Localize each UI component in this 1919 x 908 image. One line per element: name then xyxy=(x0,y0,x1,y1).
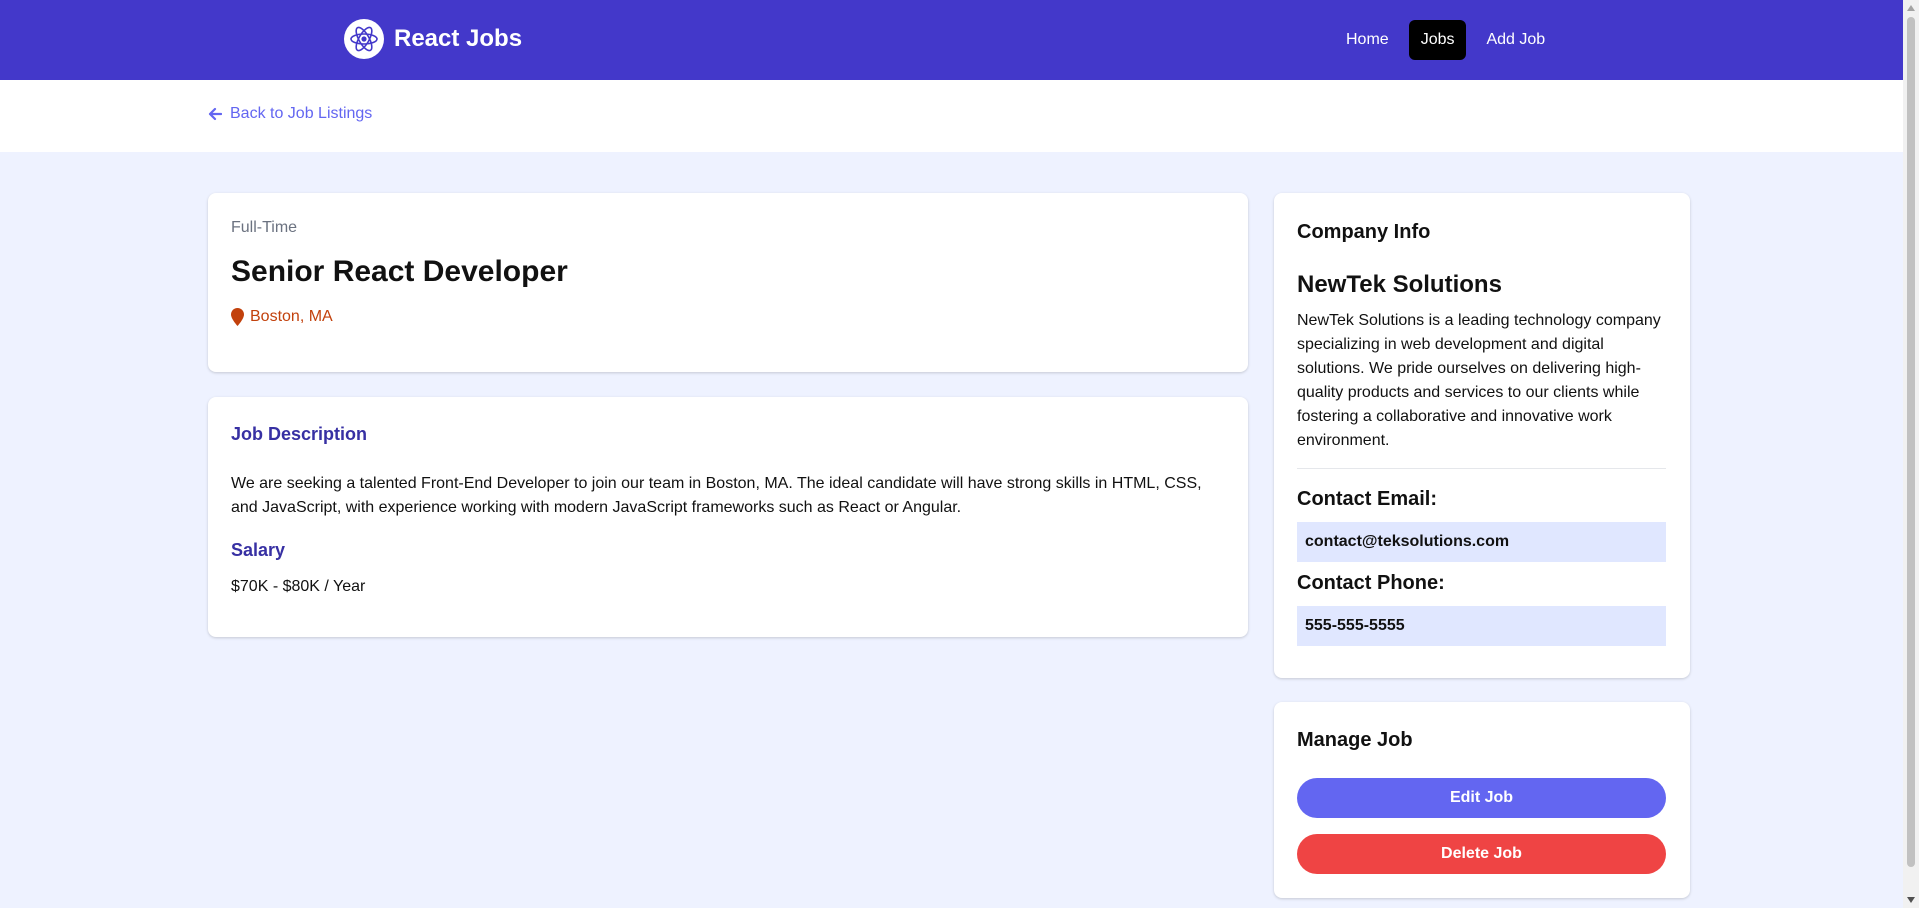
vertical-scrollbar[interactable] xyxy=(1903,0,1919,908)
scroll-down-arrow-icon[interactable] xyxy=(1903,892,1919,908)
nav-link-jobs[interactable]: Jobs xyxy=(1408,20,1467,60)
company-info-card: Company Info NewTek Solutions NewTek Sol… xyxy=(1274,193,1690,678)
job-description-card: Job Description We are seeking a talente… xyxy=(208,397,1248,637)
contact-email-label: Contact Email: xyxy=(1297,488,1438,510)
company-description: NewTek Solutions is a leading technology… xyxy=(1297,312,1661,449)
viewport: React Jobs Home Jobs Add Job Back to Job… xyxy=(0,0,1919,908)
company-name: NewTek Solutions xyxy=(1297,271,1502,298)
manage-job-heading: Manage Job xyxy=(1297,729,1413,751)
edit-job-button[interactable]: Edit Job xyxy=(1297,778,1666,818)
react-logo-icon xyxy=(344,19,384,59)
nav-link-home[interactable]: Home xyxy=(1334,20,1401,60)
delete-job-button[interactable]: Delete Job xyxy=(1297,834,1666,874)
nav-links: Home Jobs Add Job xyxy=(1334,20,1565,60)
brand[interactable]: React Jobs xyxy=(344,19,522,59)
scroll-up-arrow-icon[interactable] xyxy=(1903,0,1919,16)
company-info-heading: Company Info xyxy=(1297,221,1431,243)
manage-job-card: Manage Job Edit Job Delete Job xyxy=(1274,702,1690,898)
navbar: React Jobs Home Jobs Add Job xyxy=(0,0,1903,80)
salary-text: $70K - $80K / Year xyxy=(231,578,366,595)
job-header-card: Full-Time Senior React Developer Boston,… xyxy=(208,193,1248,372)
back-to-listings-link[interactable]: Back to Job Listings xyxy=(208,105,372,123)
arrow-left-icon xyxy=(208,107,222,121)
nav-link-add-job[interactable]: Add Job xyxy=(1474,20,1557,60)
back-link-label: Back to Job Listings xyxy=(230,105,373,122)
contact-phone-value: 555-555-5555 xyxy=(1297,606,1666,646)
contact-phone-label: Contact Phone: xyxy=(1297,572,1445,594)
job-type: Full-Time xyxy=(231,219,298,236)
description-text: We are seeking a talented Front-End Deve… xyxy=(231,475,1202,516)
scrollbar-thumb[interactable] xyxy=(1907,17,1915,867)
map-marker-icon xyxy=(231,308,244,326)
back-bar: Back to Job Listings xyxy=(0,80,1903,152)
salary-heading: Salary xyxy=(231,540,286,560)
brand-name: React Jobs xyxy=(394,25,523,52)
page: React Jobs Home Jobs Add Job Back to Job… xyxy=(0,0,1903,908)
job-title: Senior React Developer xyxy=(231,255,568,288)
divider xyxy=(1297,468,1666,469)
contact-email-value: contact@teksolutions.com xyxy=(1297,522,1666,562)
job-location-label: Boston, MA xyxy=(250,308,333,325)
description-heading: Job Description xyxy=(231,424,368,444)
job-location: Boston, MA xyxy=(231,308,333,326)
